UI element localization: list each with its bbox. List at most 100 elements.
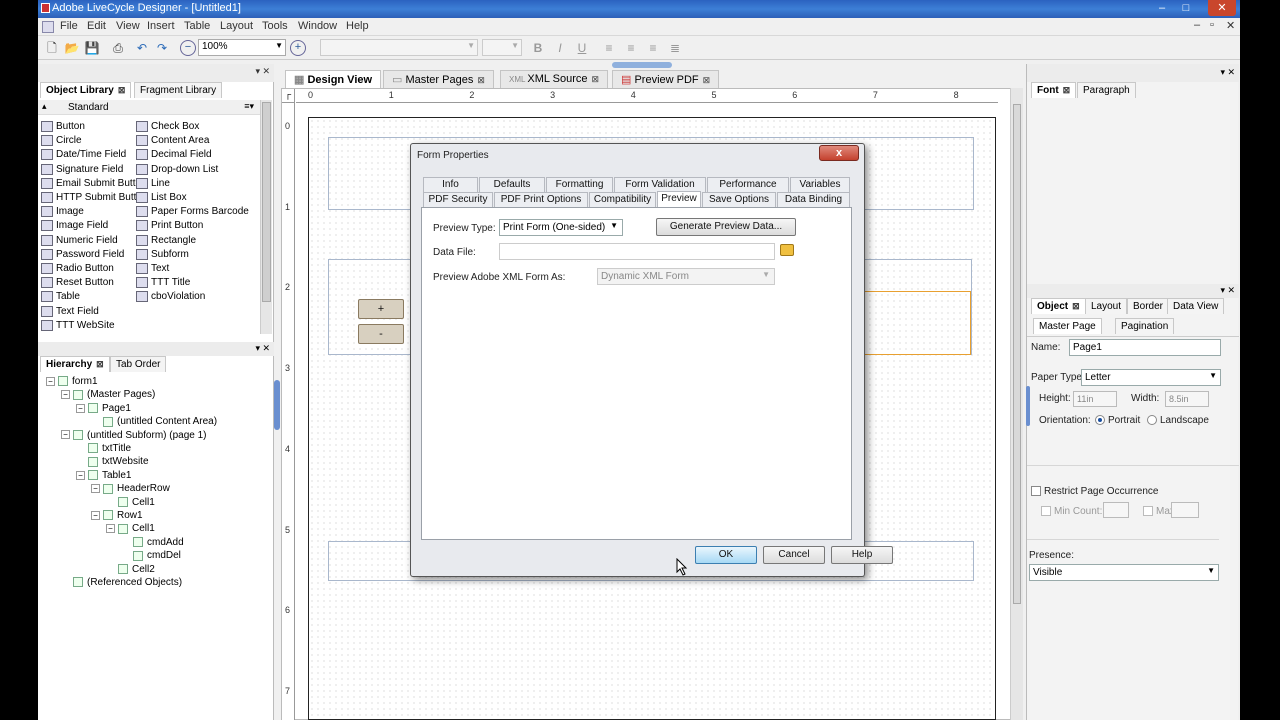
expand-collapse-icon[interactable]: − — [61, 430, 70, 440]
print-preview-icon[interactable]: ⎙ — [110, 40, 126, 56]
library-item[interactable]: Paper Forms Barcode — [136, 206, 249, 220]
dialog-tab[interactable]: Info — [423, 177, 478, 192]
font-name-select[interactable]: ▼ — [320, 39, 478, 56]
standard-group-header[interactable]: ▴ Standard ≡▾ — [38, 100, 260, 115]
tab-preview-pdf[interactable]: ▤ Preview PDF ⊠ — [612, 70, 720, 88]
library-item[interactable]: List Box — [136, 192, 187, 206]
library-item[interactable]: Email Submit Button — [41, 177, 147, 192]
doc-close-icon[interactable]: ✕ — [1226, 19, 1235, 32]
object-panel-menu-icon[interactable]: ▾ ✕ — [1220, 285, 1235, 296]
close-window-button[interactable]: ✕ — [1208, 0, 1236, 16]
tab-hierarchy[interactable]: Hierarchy ⊠ — [40, 356, 110, 372]
library-item[interactable]: Text — [136, 263, 169, 277]
tab-layout[interactable]: Layout — [1085, 298, 1128, 314]
library-item[interactable]: Numeric Field — [41, 234, 118, 249]
doc-restore-icon[interactable]: ▫ — [1210, 19, 1214, 31]
tree-node[interactable]: − Cell1 — [106, 523, 155, 534]
dialog-tab[interactable]: Save Options — [702, 192, 776, 207]
landscape-radio[interactable]: Landscape — [1147, 415, 1209, 426]
menu-insert[interactable]: Insert — [147, 20, 175, 32]
library-item[interactable]: TTT WebSite — [41, 319, 115, 334]
zoom-in-icon[interactable]: + — [290, 40, 306, 56]
delete-row-button[interactable]: - — [358, 324, 404, 344]
align-left-icon[interactable]: ≡ — [601, 40, 617, 56]
tab-font[interactable]: Font ⊠ — [1031, 82, 1077, 98]
min-count-input[interactable] — [1103, 502, 1129, 518]
tree-node[interactable]: txtTitle — [76, 443, 131, 454]
tab-paragraph[interactable]: Paragraph — [1077, 82, 1136, 98]
tree-node[interactable]: − Row1 — [91, 510, 143, 521]
redo-icon[interactable]: ↷ — [154, 40, 170, 56]
menu-view[interactable]: View — [116, 20, 140, 32]
dialog-tab[interactable]: Performance — [707, 177, 789, 192]
library-item[interactable]: Circle — [41, 135, 82, 149]
align-right-icon[interactable]: ≡ — [645, 40, 661, 56]
undo-icon[interactable]: ↶ — [134, 40, 150, 56]
tree-node[interactable]: cmdAdd — [121, 537, 184, 548]
tree-node[interactable]: − HeaderRow — [91, 483, 170, 494]
presence-select[interactable]: Visible ▼ — [1029, 564, 1219, 581]
library-item[interactable]: Check Box — [136, 121, 199, 135]
tree-node[interactable]: Cell2 — [106, 564, 155, 575]
tab-scroll-handle[interactable] — [612, 62, 672, 68]
library-item[interactable]: Line — [136, 177, 170, 192]
expand-collapse-icon[interactable]: − — [46, 376, 55, 386]
menu-table[interactable]: Table — [184, 20, 210, 32]
group-menu-icon[interactable]: ≡▾ — [244, 101, 254, 112]
portrait-radio[interactable]: Portrait — [1095, 415, 1140, 426]
restrict-page-checkbox[interactable]: Restrict Page Occurrence — [1031, 486, 1159, 497]
tree-node[interactable]: − form1 — [46, 376, 98, 387]
tab-tab-order[interactable]: Tab Order — [110, 356, 167, 372]
library-item[interactable]: Image Field — [41, 220, 108, 234]
library-item[interactable]: Rectangle — [136, 234, 196, 249]
tree-node[interactable]: − Page1 — [76, 403, 131, 414]
library-scrollbar[interactable] — [260, 100, 272, 334]
browse-folder-icon[interactable] — [780, 244, 794, 256]
dialog-tab[interactable]: Formatting — [546, 177, 613, 192]
expand-collapse-icon[interactable]: − — [76, 403, 85, 413]
subtab-pagination[interactable]: Pagination — [1115, 318, 1175, 334]
expand-collapse-icon[interactable]: − — [76, 470, 85, 480]
dialog-tab[interactable]: Defaults — [479, 177, 545, 192]
generate-preview-data-button[interactable]: Generate Preview Data... — [656, 218, 796, 236]
object-panel-handle[interactable] — [1026, 386, 1030, 426]
add-row-button[interactable]: + — [358, 299, 404, 319]
ruler-corner[interactable]: ┌ — [282, 89, 295, 103]
italic-button[interactable]: I — [552, 40, 568, 56]
expand-collapse-icon[interactable]: − — [106, 524, 115, 534]
library-item[interactable]: Date/Time Field — [41, 149, 126, 163]
tree-node[interactable]: txtWebsite — [76, 456, 149, 467]
max-input[interactable] — [1171, 502, 1199, 518]
tab-fragment-library[interactable]: Fragment Library — [134, 82, 223, 98]
tree-node[interactable]: − (Master Pages) — [61, 389, 155, 400]
tree-node[interactable]: (untitled Content Area) — [91, 416, 217, 427]
library-item[interactable]: Print Button — [136, 220, 203, 234]
data-file-input[interactable] — [499, 243, 775, 260]
library-item[interactable]: Table — [41, 291, 80, 305]
library-item[interactable]: Reset Button — [41, 277, 114, 291]
library-item[interactable]: Button — [41, 121, 85, 135]
library-item[interactable]: Decimal Field — [136, 149, 212, 163]
expand-collapse-icon[interactable]: − — [61, 390, 70, 400]
tree-node[interactable]: (Referenced Objects) — [61, 577, 182, 588]
library-item[interactable]: Subform — [136, 248, 189, 263]
dialog-tab[interactable]: Compatibility — [589, 192, 656, 207]
help-button[interactable]: Help — [831, 546, 893, 564]
tree-node[interactable]: − Table1 — [76, 470, 131, 481]
font-size-select[interactable]: ▼ — [482, 39, 522, 56]
menu-tools[interactable]: Tools — [262, 20, 288, 32]
new-icon[interactable]: 🗋 — [44, 40, 60, 56]
dialog-tab[interactable]: Variables — [790, 177, 850, 192]
tab-object-library[interactable]: Object Library ⊠ — [40, 82, 132, 98]
expand-collapse-icon[interactable]: − — [91, 510, 100, 520]
cancel-button[interactable]: Cancel — [763, 546, 825, 564]
tree-node[interactable]: Cell1 — [106, 497, 155, 508]
document-icon[interactable] — [42, 21, 54, 33]
library-item[interactable]: Content Area — [136, 135, 209, 149]
menu-edit[interactable]: Edit — [87, 20, 106, 32]
preview-type-select[interactable]: Print Form (One-sided) ▼ — [499, 219, 623, 236]
tab-border[interactable]: Border — [1127, 298, 1170, 314]
menu-help[interactable]: Help — [346, 20, 369, 32]
width-input[interactable]: 8.5in — [1165, 391, 1209, 407]
zoom-select[interactable]: 100% ▼ — [198, 39, 286, 56]
